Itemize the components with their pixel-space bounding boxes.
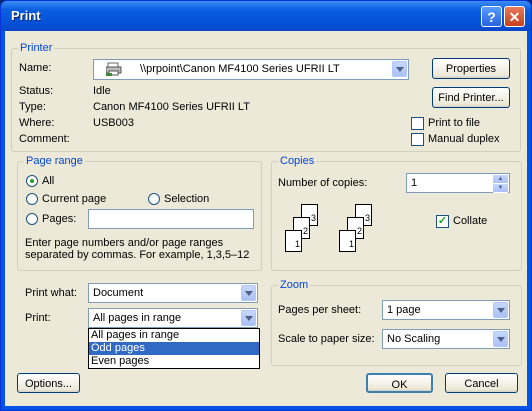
print-dropdown-list: All pages in range Odd pages Even pages [88, 328, 260, 369]
page-range-hint-line1: Enter page numbers and/or page ranges [25, 237, 224, 249]
page-icon: 1 [339, 230, 356, 252]
cancel-button[interactable]: Cancel [445, 373, 518, 393]
number-of-copies-value: 1 [411, 177, 418, 189]
chevron-down-icon[interactable] [241, 285, 256, 301]
print-what-select[interactable]: Document [88, 283, 258, 303]
type-value: Canon MF4100 Series UFRII LT [93, 101, 250, 113]
properties-button[interactable]: Properties [432, 58, 510, 79]
printer-name-value: \\prpoint\Canon MF4100 Series UFRII LT [140, 63, 340, 75]
manual-duplex-label: Manual duplex [428, 133, 500, 145]
window-title: Print [11, 8, 41, 23]
print-what-value: Document [93, 287, 144, 299]
chevron-down-icon[interactable] [392, 61, 407, 77]
printer-name-select[interactable]: \\prpoint\Canon MF4100 Series UFRII LT [93, 59, 409, 80]
page-range-hint-line2: separated by commas. For example, 1,3,5–… [25, 249, 250, 261]
print-to-file-checkbox[interactable] [411, 117, 424, 130]
status-value: Idle [93, 85, 111, 97]
number-of-copies-input[interactable]: 1 ▲ ▼ [406, 173, 510, 193]
print-option-highlighted[interactable]: Odd pages [89, 342, 259, 355]
print-dialog: Print ? ✕ Printer Name: \\prpoint\Canon … [0, 0, 532, 411]
scale-to-paper-value: No Scaling [387, 333, 441, 345]
status-label: Status: [19, 85, 54, 97]
selection-radio[interactable] [148, 193, 160, 205]
print-select[interactable]: All pages in range [88, 308, 258, 328]
spin-down-icon[interactable]: ▼ [493, 184, 508, 193]
manual-duplex-checkbox[interactable] [411, 133, 424, 146]
where-value: USB003 [93, 117, 134, 129]
pages-input[interactable] [88, 209, 254, 229]
all-pages-radio[interactable] [26, 175, 38, 187]
scale-to-paper-select[interactable]: No Scaling [382, 329, 510, 349]
all-pages-label: All [42, 175, 55, 187]
collate-label: Collate [453, 215, 488, 227]
help-button[interactable]: ? [481, 6, 502, 27]
pages-per-sheet-select[interactable]: 1 page [382, 300, 510, 320]
options-button[interactable]: Options... [17, 373, 80, 393]
page-icon: 1 [285, 230, 302, 252]
chevron-down-icon[interactable] [241, 310, 256, 326]
where-label: Where: [19, 117, 55, 129]
chevron-down-icon[interactable] [493, 331, 508, 347]
current-page-radio[interactable] [26, 193, 38, 205]
print-value: All pages in range [93, 312, 182, 324]
comment-label: Comment: [19, 133, 70, 145]
pages-label: Pages: [42, 213, 77, 225]
close-button[interactable]: ✕ [504, 6, 525, 27]
collate-checkbox[interactable]: ✓ [436, 215, 449, 228]
scale-to-paper-label: Scale to paper size: [278, 333, 375, 345]
printer-group-label: Printer [18, 42, 55, 54]
title-bar[interactable]: Print ? ✕ [1, 1, 531, 31]
copies-group-label: Copies [278, 155, 317, 167]
copies-spinner[interactable]: ▲ ▼ [493, 175, 508, 193]
number-of-copies-label: Number of copies: [278, 177, 368, 189]
zoom-group-label: Zoom [278, 279, 311, 291]
print-what-label: Print what: [25, 287, 77, 299]
page-range-group-label: Page range [24, 155, 85, 167]
print-label: Print: [25, 312, 51, 324]
print-to-file-label: Print to file [428, 117, 480, 129]
pages-radio[interactable] [26, 213, 38, 225]
current-page-label: Current page [42, 193, 107, 205]
chevron-down-icon[interactable] [493, 302, 508, 318]
type-label: Type: [19, 101, 46, 113]
find-printer-button[interactable]: Find Printer... [432, 87, 510, 108]
dialog-body: Printer Name: \\prpoint\Canon MF4100 Ser… [5, 31, 527, 406]
ok-button[interactable]: OK [366, 373, 433, 393]
selection-label: Selection [164, 193, 210, 205]
pages-per-sheet-value: 1 page [387, 304, 421, 316]
pages-per-sheet-label: Pages per sheet: [278, 304, 362, 316]
print-option[interactable]: All pages in range [89, 329, 259, 342]
printer-icon [105, 62, 122, 76]
zoom-group: Zoom [271, 279, 522, 366]
spin-up-icon[interactable]: ▲ [493, 175, 508, 184]
print-option[interactable]: Even pages [89, 355, 259, 368]
printer-name-label: Name: [19, 62, 52, 74]
